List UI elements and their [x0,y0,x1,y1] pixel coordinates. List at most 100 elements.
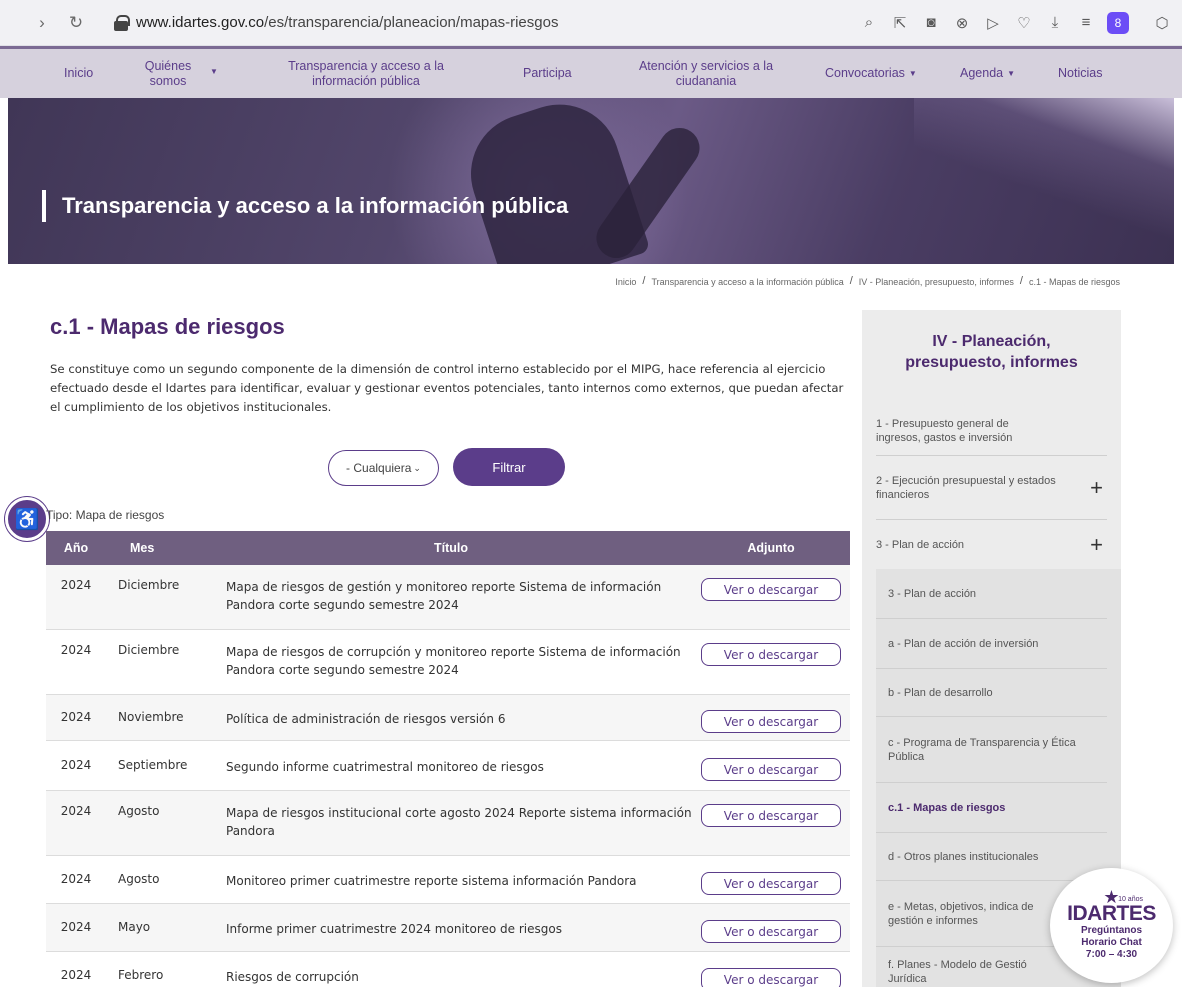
nav-item-agenda[interactable]: Agenda ▼ [960,49,1015,98]
lock-icon [114,14,130,31]
cell-title: Informe primer cuatrimestre 2024 monitor… [226,922,562,936]
accessibility-icon[interactable]: ♿ [5,497,49,541]
heart-icon[interactable]: ♡ [1014,13,1034,33]
sidebar-item-presupuesto[interactable]: 1 - Presupuesto general de ingresos, gas… [876,406,1107,456]
cube-icon[interactable]: ⬡ [1152,13,1172,33]
cell-attachment: Ver o descargar [692,920,850,943]
idartes-logo: IDARTES [1067,902,1156,925]
cell-title: Mapa de riesgos de gestión y monitoreo r… [226,580,662,612]
search-icon[interactable]: ⌕ [859,13,879,33]
nav-item-inicio[interactable]: Inicio [64,49,93,98]
chevron-down-icon: ⌄ [413,462,421,473]
view-download-button[interactable]: Ver o descargar [701,643,841,666]
sidebar-subitem[interactable]: c - Programa de Transparencia y Ética Pú… [876,717,1107,783]
column-header-title: Título [433,541,468,555]
type-label: Tipo: Mapa de riesgos [46,508,165,522]
view-download-button[interactable]: Ver o descargar [701,920,841,943]
browser-extensions: ⌕ ⇱ ◙ ⊗ ▷ ♡ ⤓ ≡ 8 ⬡ [859,11,1172,34]
browser-toolbar: › ↻ www.idartes.gov.co/es/transparencia/… [0,0,1182,46]
sidebar-subitem[interactable]: 3 - Plan de acción [876,569,1107,619]
cell-year: 2024 [60,920,92,934]
profile-avatar[interactable]: 8 [1107,11,1129,34]
view-download-button[interactable]: Ver o descargar [701,758,841,781]
table-row: 2024 Septiembre Segundo informe cuatrime… [46,741,850,791]
column-header-year: Año [63,541,89,555]
sidebar-subitem[interactable]: b - Plan de desarrollo [876,669,1107,717]
cell-month: Mayo [118,920,151,934]
send-icon[interactable]: ▷ [983,13,1003,33]
chat-hours: 7:00 – 4:30 [1085,949,1138,960]
intro-paragraph: Se constituye como un segundo componente… [50,362,844,414]
nav-item-atencion[interactable]: Atención y servicios a la ciudanania [636,49,776,98]
nav-item-quienes-somos[interactable]: Quiénes somos [138,49,198,98]
block-icon[interactable]: ⊗ [952,13,972,33]
breadcrumb-separator: / [849,275,853,287]
cell-attachment: Ver o descargar [692,643,850,666]
expand-icon[interactable]: + [1090,476,1103,498]
download-icon[interactable]: ⤓ [1045,13,1065,33]
cell-title: Mapa de riesgos institucional corte agos… [226,806,692,838]
menu-icon[interactable]: ≡ [1076,13,1096,33]
cell-month: Febrero [118,968,164,982]
cell-year: 2024 [60,968,92,982]
cell-attachment: Ver o descargar [692,968,850,987]
type-filter-select[interactable]: - Cualquiera ⌄ [328,450,439,486]
nav-item-convocatorias[interactable]: Convocatorias ▼ [825,49,917,98]
cell-year: 2024 [60,804,92,818]
breadcrumb-link[interactable]: Transparencia y acceso a la información … [651,277,843,287]
url-text: www.idartes.gov.co/es/transparencia/plan… [136,14,559,31]
hero-light-beam [914,98,1174,264]
table-row: 2024 Febrero Riesgos de corrupción Ver o… [46,952,850,987]
cell-attachment: Ver o descargar [692,758,850,781]
reload-icon[interactable]: ↻ [62,9,90,37]
hero-title: Transparencia y acceso a la información … [42,190,568,222]
breadcrumb-link[interactable]: IV - Planeación, presupuesto, informes [859,277,1014,287]
sidebar-item-ejecucion[interactable]: 2 - Ejecución presupuestal y estados fin… [876,456,1107,520]
address-bar[interactable]: www.idartes.gov.co/es/transparencia/plan… [96,8,859,38]
column-header-attachment: Adjunto [747,541,795,555]
sidebar-subitem[interactable]: a - Plan de acción de inversión [876,619,1107,669]
cell-attachment: Ver o descargar [692,710,850,733]
page-title: c.1 - Mapas de riesgos [50,314,285,339]
table-row: 2024 Agosto Monitoreo primer cuatrimestr… [46,856,850,904]
nav-item-participa[interactable]: Participa [523,49,572,98]
expand-icon[interactable]: + [1090,534,1103,556]
table-row: 2024 Diciembre Mapa de riesgos de corrup… [46,630,850,695]
view-download-button[interactable]: Ver o descargar [701,578,841,601]
hero-banner: Transparencia y acceso a la información … [8,98,1174,264]
nav-item-noticias[interactable]: Noticias [1058,49,1102,98]
forward-icon[interactable]: › [28,9,56,37]
cell-year: 2024 [60,758,92,772]
table-row: 2024 Mayo Informe primer cuatrimestre 20… [46,904,850,952]
filter-button[interactable]: Filtrar [453,448,565,486]
sidebar-subitem[interactable]: d - Otros planes institucionales [876,833,1107,881]
cell-title: Segundo informe cuatrimestral monitoreo … [226,760,544,774]
view-download-button[interactable]: Ver o descargar [701,968,841,987]
cell-month: Diciembre [118,578,180,592]
cell-title: Mapa de riesgos de corrupción y monitore… [226,645,681,677]
table-row: 2024 Diciembre Mapa de riesgos de gestió… [46,565,850,630]
chevron-down-icon: ▼ [908,68,917,78]
nav-item-transparencia[interactable]: Transparencia y acceso a la información … [282,49,450,98]
camera-icon[interactable]: ◙ [921,13,941,33]
share-icon[interactable]: ⇱ [890,13,910,33]
breadcrumb-separator: / [642,275,646,287]
breadcrumb-separator: / [1019,275,1023,287]
cell-year: 2024 [60,578,92,592]
view-download-button[interactable]: Ver o descargar [701,710,841,733]
cell-attachment: Ver o descargar [692,804,850,827]
chat-widget[interactable]: ★ 10 años IDARTES Pregúntanos Horario Ch… [1050,868,1173,983]
cell-month: Agosto [118,872,160,886]
view-download-button[interactable]: Ver o descargar [701,872,841,895]
sidebar-item-plan-accion[interactable]: 3 - Plan de acción + [876,520,1107,570]
table-row: 2024 Noviembre Política de administració… [46,695,850,741]
view-download-button[interactable]: Ver o descargar [701,804,841,827]
cell-year: 2024 [60,872,92,886]
breadcrumb-link[interactable]: Inicio [615,277,636,287]
table-header: Año Mes Título Adjunto [46,531,850,565]
cell-year: 2024 [60,710,92,724]
chat-prompt: Pregúntanos [1080,925,1143,936]
chat-hours-label: Horario Chat [1081,937,1142,948]
cell-title: Monitoreo primer cuatrimestre reporte si… [226,874,637,888]
sidebar-subitem-active[interactable]: c.1 - Mapas de riesgos [876,783,1107,833]
